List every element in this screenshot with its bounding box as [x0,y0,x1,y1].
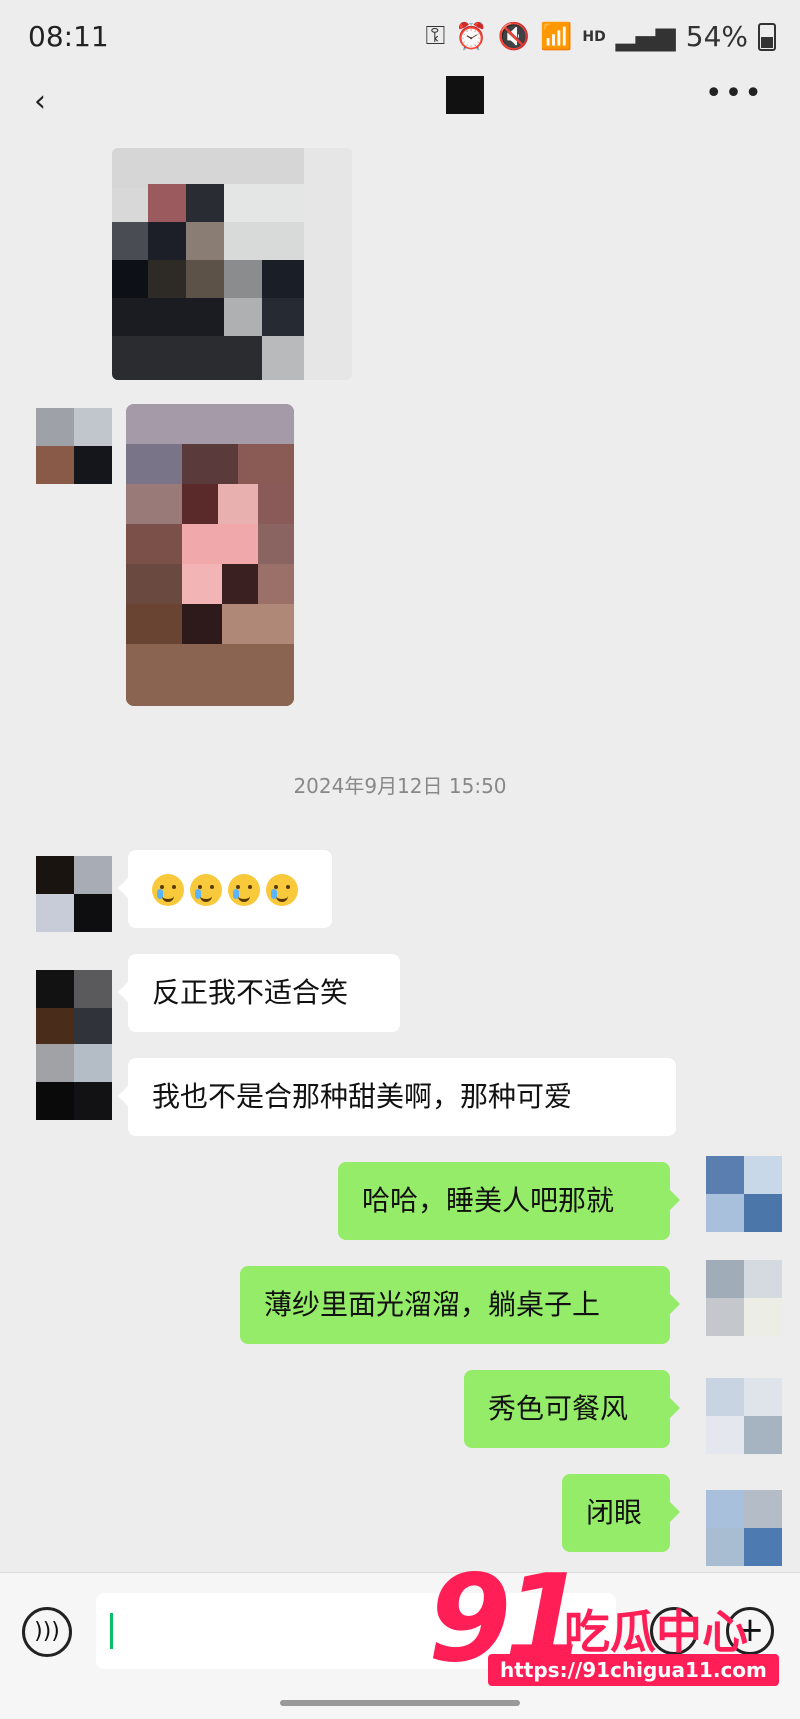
avatar[interactable] [36,970,112,1046]
signal-icon: ▂▄▆ [615,21,676,52]
message-bubble[interactable]: 哈哈，睡美人吧那就 [338,1162,680,1240]
wifi-icon: 📶 [540,21,573,52]
message-bubble[interactable]: 薄纱里面光溜溜，躺桌子上 [240,1266,680,1344]
avatar[interactable] [706,1490,782,1566]
watermark-url: https://91chigua11.com [488,1654,779,1686]
avatar[interactable] [36,1044,112,1120]
home-indicator[interactable] [280,1700,520,1706]
status-bar: 08:11 ⚿ ⏰ 🔇 📶 HD ▂▄▆ 54% [0,0,800,72]
message-bubble[interactable]: 闭眼 [562,1474,680,1552]
chevron-left-icon[interactable]: ‹ [34,84,64,119]
battery-percent: 54% [685,20,748,53]
hd-label: HD [582,28,606,45]
crying-emoji-icon [266,874,298,906]
rofl-emoji-icon [190,874,222,906]
status-time: 08:11 [28,20,109,53]
message-text: 薄纱里面光溜溜，躺桌子上 [264,1288,601,1321]
message-bubble[interactable] [118,850,332,928]
mute-icon: 🔇 [497,21,531,52]
message-text: 闭眼 [586,1496,643,1529]
crying-emoji-icon [228,874,260,906]
message-text: 反正我不适合笑 [152,976,349,1009]
rofl-emoji-icon [152,874,184,906]
voice-icon[interactable]: ))) [22,1607,72,1657]
text-cursor [110,1613,113,1649]
more-icon[interactable]: ••• [705,76,764,111]
avatar[interactable] [706,1156,782,1232]
message-text: 秀色可餐风 [488,1392,629,1425]
status-icons: ⚿ ⏰ 🔇 📶 HD ▂▄▆ 54% [425,20,776,53]
chat-timestamp: 2024年9月12日 15:50 [293,774,507,798]
avatar[interactable] [706,1260,782,1336]
message-bubble[interactable]: 我也不是合那种甜美啊，那种可爱 [118,1058,676,1136]
chat-title-bar: ‹ ••• [0,72,800,136]
message-text: 哈哈，睡美人吧那就 [362,1184,615,1217]
watermark-name: 吃瓜中心 [564,1605,748,1659]
chat-title-redacted [446,76,484,114]
image-message-1[interactable] [112,148,352,380]
watermark: 91 吃瓜中心 https://91chigua11.com [428,1560,800,1700]
key-icon: ⚿ [425,21,446,51]
avatar[interactable] [36,408,112,484]
alarm-icon: ⏰ [455,21,488,52]
message-bubble[interactable]: 反正我不适合笑 [118,954,400,1032]
avatar[interactable] [706,1378,782,1454]
battery-icon [758,22,776,51]
image-message-2[interactable] [126,404,294,706]
message-text: 我也不是合那种甜美啊，那种可爱 [152,1080,573,1113]
message-bubble[interactable]: 秀色可餐风 [464,1370,680,1448]
avatar[interactable] [36,856,112,932]
